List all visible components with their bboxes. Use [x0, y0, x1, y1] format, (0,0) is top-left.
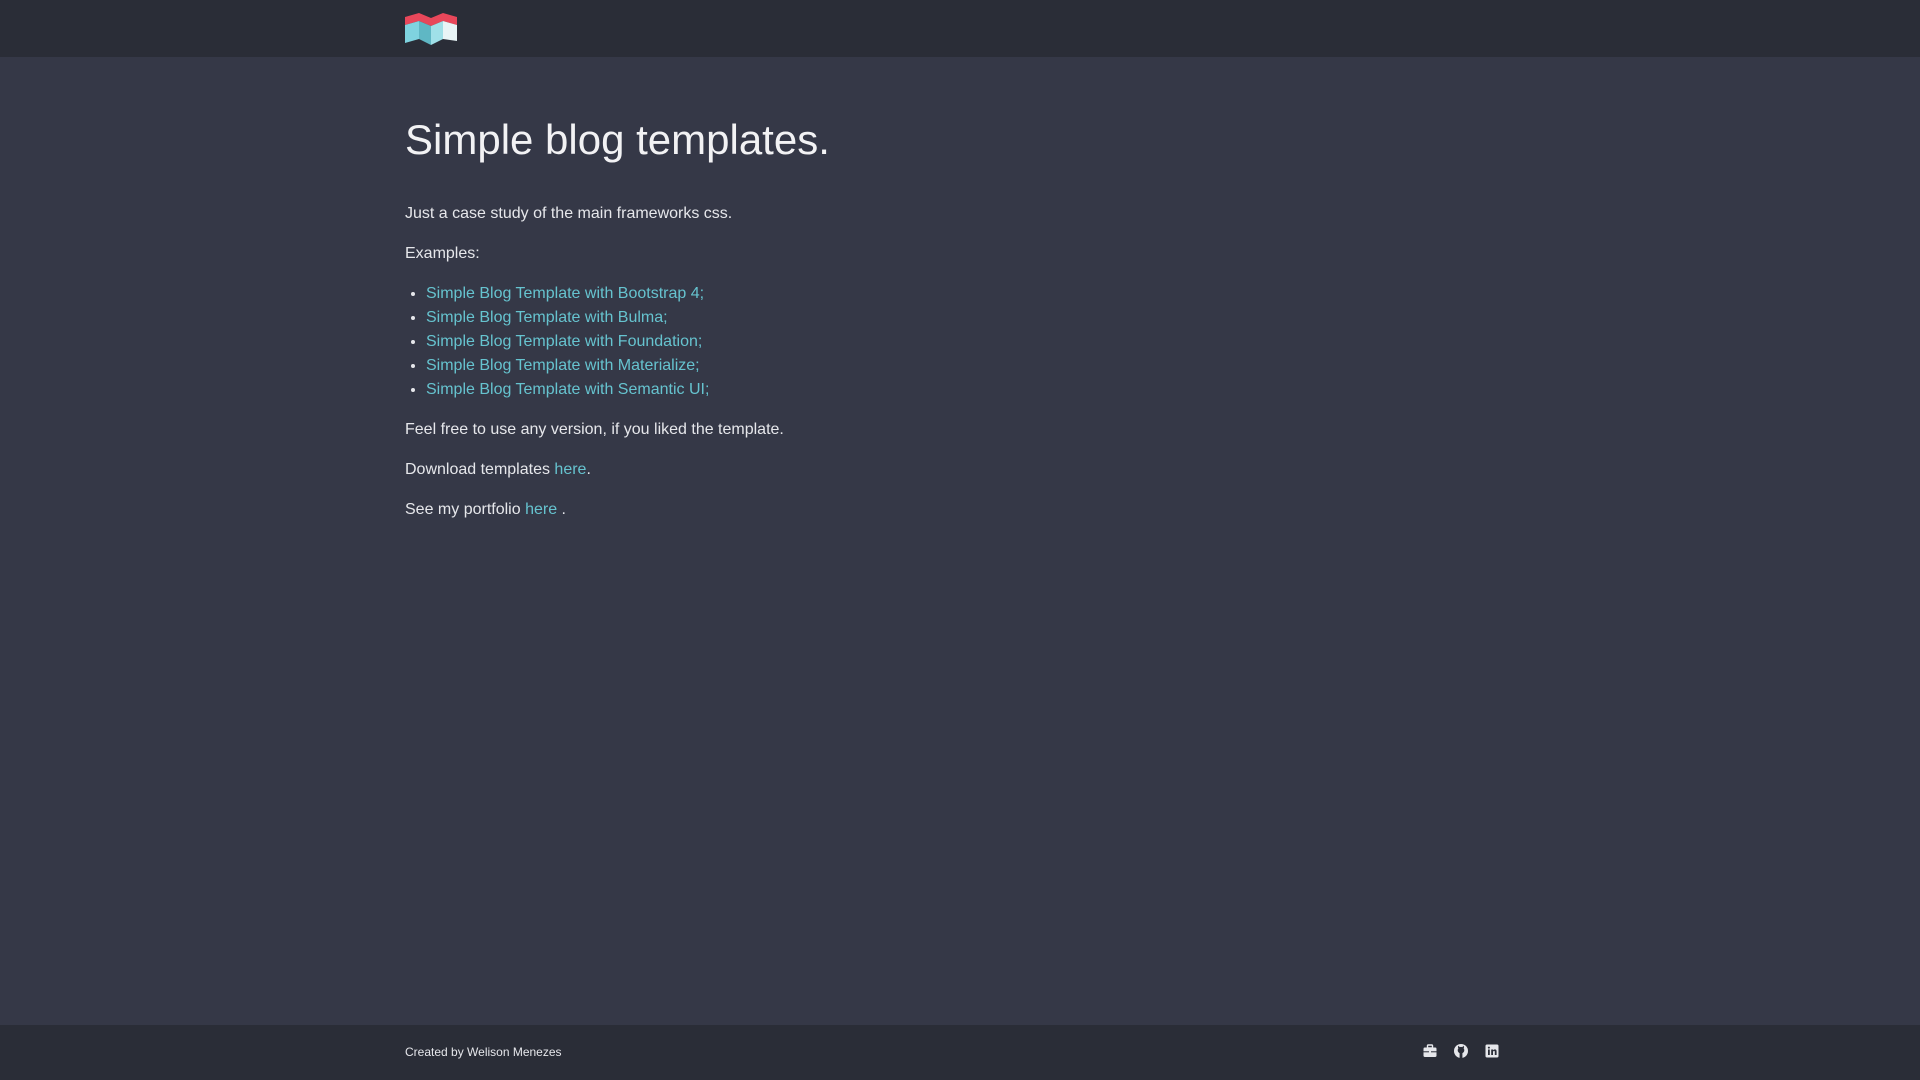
download-prefix: Download templates	[405, 461, 555, 478]
linkedin-icon[interactable]	[1484, 1043, 1500, 1059]
intro-text: Just a case study of the main frameworks…	[405, 205, 733, 222]
footer-credit: Created by Welison Menezes	[405, 1045, 562, 1059]
page: Simple blog templates. Just a case study…	[0, 0, 1920, 1080]
example-link-bulma[interactable]: Simple Blog Template with Bulma;	[426, 309, 668, 326]
portfolio-suffix: .	[557, 501, 566, 518]
example-link-foundation[interactable]: Simple Blog Template with Foundation;	[426, 333, 702, 350]
top-navbar	[0, 0, 1920, 57]
briefcase-icon[interactable]	[1422, 1043, 1438, 1059]
download-suffix: .	[586, 461, 591, 478]
examples-list: Simple Blog Template with Bootstrap 4; S…	[405, 282, 1505, 402]
example-link-materialize[interactable]: Simple Blog Template with Materialize;	[426, 357, 700, 374]
footer-social-icons	[1422, 1043, 1500, 1061]
download-link[interactable]: here	[554, 461, 586, 478]
m-logo-icon[interactable]	[405, 13, 457, 47]
example-link-semantic-ui[interactable]: Simple Blog Template with Semantic UI;	[426, 381, 709, 398]
download-paragraph: Download templates here.	[405, 458, 1505, 482]
portfolio-link[interactable]: here	[525, 501, 557, 518]
portfolio-paragraph: See my portfolio here .	[405, 498, 1505, 522]
list-item: Simple Blog Template with Semantic UI;	[426, 378, 1505, 402]
example-link-bootstrap[interactable]: Simple Blog Template with Bootstrap 4;	[426, 285, 704, 302]
list-item: Simple Blog Template with Foundation;	[426, 330, 1505, 354]
feel-free-text: Feel free to use any version, if you lik…	[405, 421, 784, 438]
main-content: Simple blog templates. Just a case study…	[405, 110, 1505, 538]
github-icon[interactable]	[1453, 1043, 1469, 1059]
list-item: Simple Blog Template with Materialize;	[426, 354, 1505, 378]
list-item: Simple Blog Template with Bulma;	[426, 306, 1505, 330]
examples-label: Examples:	[405, 245, 480, 262]
list-item: Simple Blog Template with Bootstrap 4;	[426, 282, 1505, 306]
portfolio-prefix: See my portfolio	[405, 501, 526, 518]
page-title: Simple blog templates.	[405, 116, 830, 163]
footer: Created by Welison Menezes	[0, 1025, 1920, 1080]
